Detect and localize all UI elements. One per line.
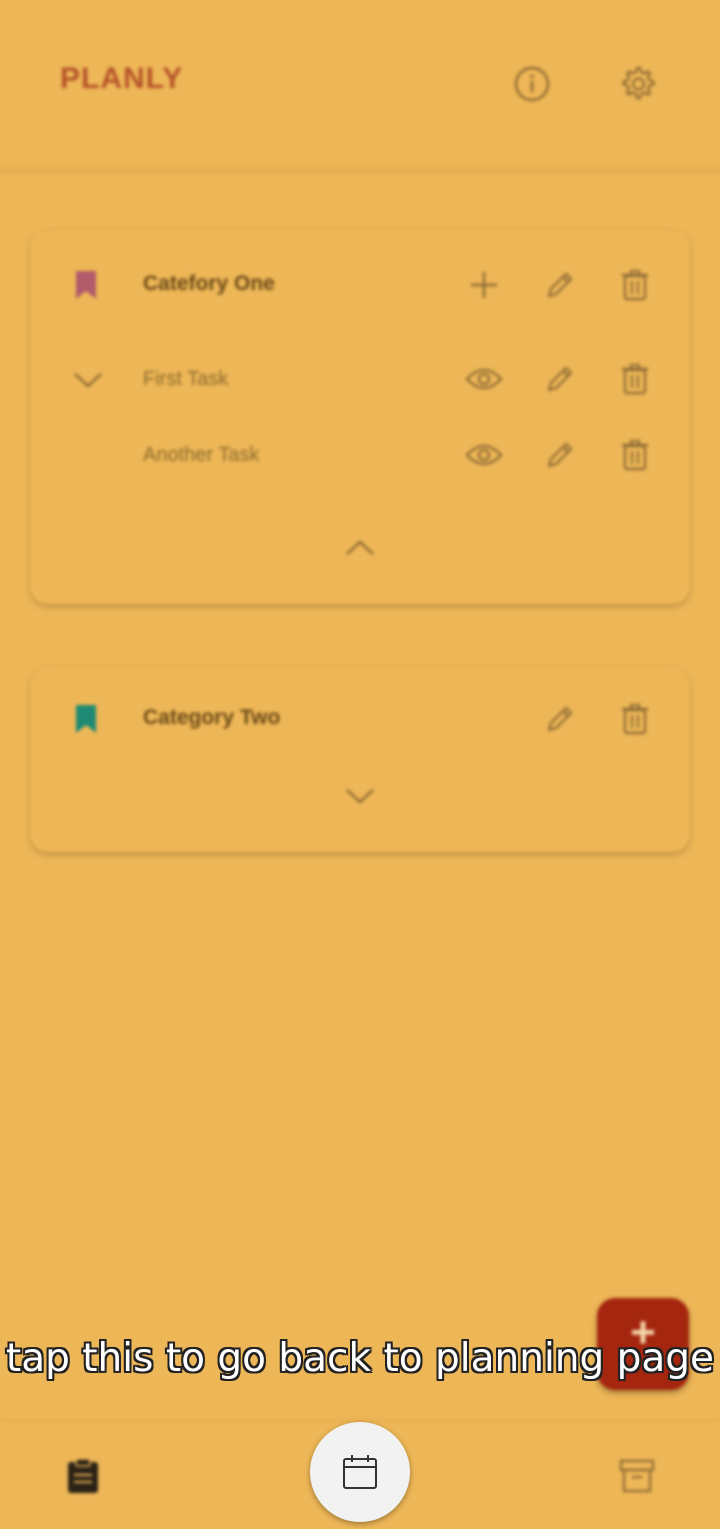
- eye-icon: [465, 444, 503, 466]
- category-header-row[interactable]: Category Two: [30, 694, 690, 744]
- task-title: First Task: [143, 368, 229, 390]
- bookmark-icon: [66, 265, 106, 305]
- expand-category-button[interactable]: [340, 776, 380, 816]
- pencil-icon: [547, 272, 573, 298]
- clipboard-icon: [68, 1458, 98, 1493]
- task-row[interactable]: First Task: [30, 354, 690, 404]
- collapse-category-button[interactable]: [340, 528, 380, 568]
- chevron-down-icon: [74, 373, 102, 388]
- category-title: Catefory One: [143, 272, 275, 295]
- info-icon: [514, 66, 550, 102]
- delete-category-button[interactable]: [615, 699, 655, 739]
- trash-icon: [622, 364, 648, 395]
- eye-icon: [465, 368, 503, 390]
- edit-task-button[interactable]: [540, 435, 580, 475]
- chevron-down-icon: [346, 789, 374, 804]
- edit-category-button[interactable]: [540, 699, 580, 739]
- add-task-button[interactable]: [464, 265, 504, 305]
- delete-task-button[interactable]: [615, 435, 655, 475]
- app-header: PLANLY: [0, 0, 720, 170]
- trash-icon: [622, 704, 648, 735]
- bookmark-icon: [66, 699, 106, 739]
- collapse-tasks-button[interactable]: [68, 360, 108, 400]
- category-title: Category Two: [143, 706, 281, 729]
- chevron-up-icon: [346, 540, 374, 555]
- edit-category-button[interactable]: [540, 265, 580, 305]
- delete-category-button[interactable]: [615, 265, 655, 305]
- calendar-icon: [343, 1455, 377, 1489]
- blurred-app-background: PLANLY Catefory One First Task Another T…: [0, 0, 720, 1529]
- planning-tab[interactable]: [59, 1452, 107, 1500]
- pencil-icon: [547, 442, 573, 468]
- delete-task-button[interactable]: [615, 359, 655, 399]
- settings-button[interactable]: [615, 62, 659, 106]
- category-card: Catefory One First Task Another Task: [30, 230, 690, 604]
- archive-tab[interactable]: [613, 1452, 661, 1500]
- edit-task-button[interactable]: [540, 359, 580, 399]
- tutorial-hint-text: tap this to go back to planning page: [5, 1336, 715, 1381]
- pencil-icon: [547, 366, 573, 392]
- pencil-icon: [547, 706, 573, 732]
- header-divider: [0, 168, 720, 172]
- view-task-button[interactable]: [464, 435, 504, 475]
- gear-icon: [622, 66, 655, 100]
- task-row[interactable]: Another Task: [30, 430, 690, 480]
- app-title: PLANLY: [60, 62, 184, 95]
- info-button[interactable]: [510, 62, 554, 106]
- category-header-row[interactable]: Catefory One: [30, 260, 690, 310]
- category-card: Category Two: [30, 666, 690, 852]
- task-title: Another Task: [143, 444, 260, 466]
- view-task-button[interactable]: [464, 359, 504, 399]
- archive-icon: [619, 1459, 655, 1493]
- calendar-tab-button[interactable]: [310, 1422, 410, 1522]
- trash-icon: [622, 440, 648, 471]
- trash-icon: [622, 270, 648, 301]
- plus-icon: [471, 272, 497, 298]
